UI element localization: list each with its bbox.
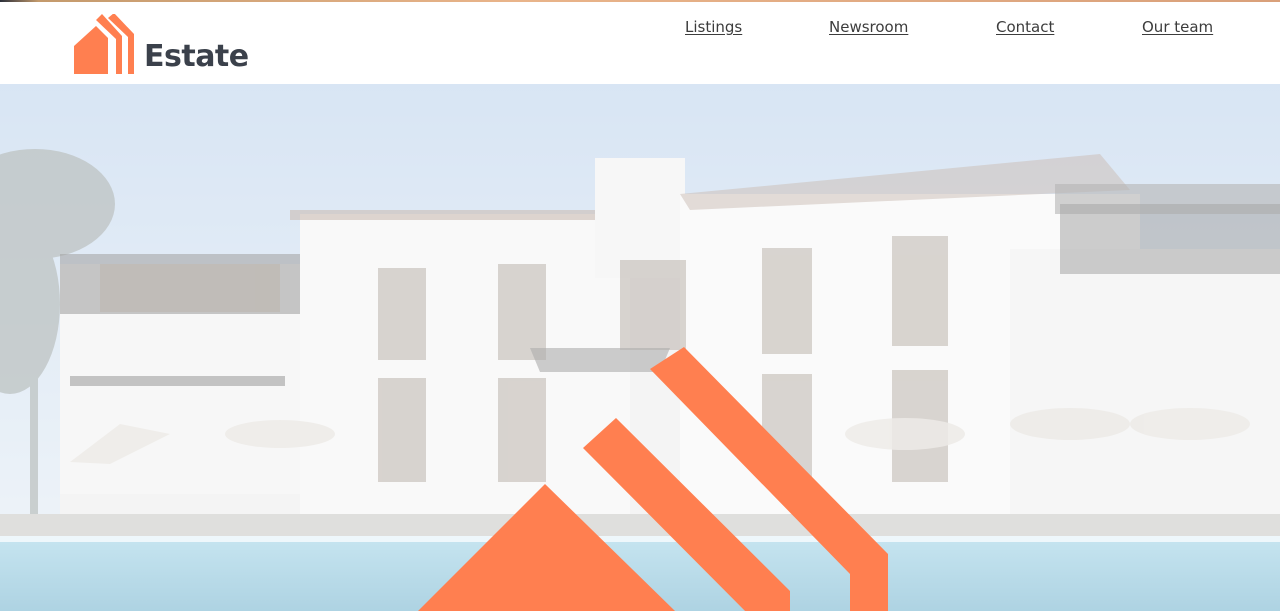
nav-link-listings[interactable]: Listings: [685, 16, 742, 38]
nav-link-contact[interactable]: Contact: [996, 16, 1054, 38]
house-logo-watermark-icon: [418, 347, 888, 611]
page: Estate Listings Newsroom Contact Our tea…: [0, 0, 1280, 611]
nav-link-newsroom[interactable]: Newsroom: [829, 16, 908, 38]
main-nav: Listings Newsroom Contact Our team: [0, 16, 1280, 40]
brand-name: Estate: [144, 39, 249, 74]
hero-banner: [0, 84, 1280, 611]
site-header: Estate Listings Newsroom Contact Our tea…: [0, 2, 1280, 84]
nav-link-our-team[interactable]: Our team: [1142, 16, 1213, 38]
